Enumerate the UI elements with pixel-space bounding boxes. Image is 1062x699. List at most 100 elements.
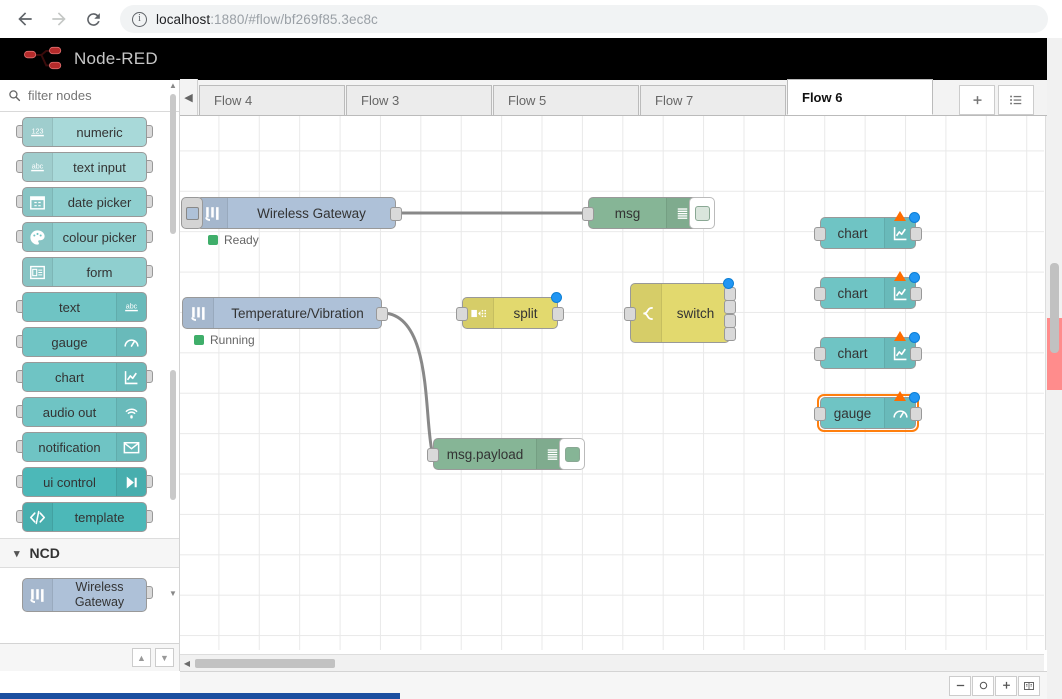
node-port-in[interactable]: [582, 207, 594, 221]
expand-all-icon[interactable]: ▼: [155, 648, 174, 667]
palette-item-label: date picker: [53, 195, 146, 210]
palette-item-date-picker[interactable]: date picker: [22, 187, 147, 217]
browser-reload-button[interactable]: [76, 2, 110, 36]
palette-item-chart[interactable]: chart: [22, 362, 147, 392]
palette-item-text[interactable]: textabc: [22, 292, 147, 322]
node-temperature-vibration[interactable]: Temperature/Vibration: [182, 297, 382, 329]
flow-list-button[interactable]: [998, 85, 1034, 115]
node-chart-3[interactable]: chart: [820, 337, 916, 369]
node-port-out[interactable]: [910, 407, 922, 421]
envelope-icon: [116, 433, 146, 461]
node-debug-toggle[interactable]: [559, 438, 585, 470]
node-wireless-gateway[interactable]: Wireless Gateway: [196, 197, 396, 229]
palette-item-label: numeric: [53, 125, 146, 140]
node-gauge[interactable]: gauge: [820, 397, 916, 429]
node-port-in[interactable]: [814, 227, 826, 241]
node-port-out-2[interactable]: [724, 300, 736, 314]
palette-item-text-input[interactable]: abctext input: [22, 152, 147, 182]
tab-flow-3[interactable]: Flow 3: [346, 85, 492, 115]
canvas-horizontal-scrollbar[interactable]: ◀: [180, 654, 1044, 671]
browser-url-bar[interactable]: i localhost:1880/#flow/bf269f85.3ec8c: [120, 5, 1048, 33]
node-port-in[interactable]: [624, 307, 636, 321]
collapse-all-icon[interactable]: ▲: [132, 648, 151, 667]
palette-item-notification[interactable]: notification: [22, 432, 147, 462]
gauge-icon: [116, 328, 146, 356]
palette-item-numeric[interactable]: 123numeric: [22, 117, 147, 147]
add-flow-button[interactable]: [959, 85, 995, 115]
envelope-icon: [122, 438, 141, 457]
node-port-out-3[interactable]: [724, 314, 736, 328]
node-label: chart: [821, 286, 884, 301]
node-label: msg: [589, 206, 666, 221]
palette-item-label: template: [53, 510, 146, 525]
node-msg-payload-debug[interactable]: msg.payload: [433, 438, 568, 470]
tab-scroll-left-button[interactable]: ◀: [180, 79, 198, 115]
tab-flow-7[interactable]: Flow 7: [640, 85, 786, 115]
palette-item-audio-out[interactable]: audio out: [22, 397, 147, 427]
palette-icon: [23, 223, 53, 251]
palette-scrollbar[interactable]: ▲ ▼: [169, 80, 177, 639]
page-scrollbar[interactable]: [1047, 38, 1062, 699]
palette-scroll-thumb-2[interactable]: [170, 370, 176, 500]
node-port-out-4[interactable]: [724, 327, 736, 341]
zoom-out-button[interactable]: [949, 676, 971, 696]
navigator-button[interactable]: [1018, 676, 1040, 696]
node-inject-button[interactable]: [181, 197, 203, 229]
node-label: chart: [821, 226, 884, 241]
node-port-in[interactable]: [814, 347, 826, 361]
node-switch[interactable]: switch: [630, 283, 730, 343]
palette-search[interactable]: [0, 80, 179, 112]
palette-item-template[interactable]: template: [22, 502, 147, 532]
info-circle-icon[interactable]: i: [132, 12, 147, 27]
tab-flow-5[interactable]: Flow 5: [493, 85, 639, 115]
palette-category-ncd[interactable]: ▾ NCD: [0, 538, 180, 568]
palette-list[interactable]: 123numeric abctext input date picker col…: [0, 112, 180, 671]
canvas-hscroll-thumb[interactable]: [195, 659, 335, 668]
node-port-out[interactable]: [910, 227, 922, 241]
node-port-out-1[interactable]: [724, 287, 736, 301]
node-port-out[interactable]: [390, 207, 402, 221]
node-chart-2[interactable]: chart: [820, 277, 916, 309]
chart-line-icon: [122, 368, 141, 387]
canvas-scroll-left-icon[interactable]: ◀: [180, 655, 194, 672]
tab-flow-4[interactable]: Flow 4: [199, 85, 345, 115]
node-split[interactable]: split: [462, 297, 558, 329]
node-port-in[interactable]: [814, 287, 826, 301]
chart-line-icon: [116, 363, 146, 391]
zoom-in-button[interactable]: [995, 676, 1017, 696]
node-port-in[interactable]: [814, 407, 826, 421]
palette-scroll-down-icon[interactable]: ▼: [169, 590, 177, 598]
palette-item-form[interactable]: form: [22, 257, 147, 287]
palette-scroll-thumb[interactable]: [170, 94, 176, 234]
node-label: split: [494, 306, 557, 321]
node-changed-badge: [909, 332, 920, 343]
node-port-out[interactable]: [552, 307, 564, 321]
node-chart-1[interactable]: chart: [820, 217, 916, 249]
arrow-right-solid-icon: [116, 468, 146, 496]
node-port-out[interactable]: [910, 347, 922, 361]
palette-item-ui-control[interactable]: ui control: [22, 467, 147, 497]
tab-flow-6[interactable]: Flow 6: [787, 79, 933, 115]
flow-canvas[interactable]: Wireless Gateway Ready msg Temperature/V…: [180, 116, 1044, 671]
browser-forward-button[interactable]: [42, 2, 76, 36]
node-msg-debug[interactable]: msg: [588, 197, 698, 229]
node-port-in[interactable]: [427, 448, 439, 462]
palette-item-colour-picker[interactable]: colour picker: [22, 222, 147, 252]
browser-back-button[interactable]: [8, 2, 42, 36]
chart-line-icon: [891, 344, 910, 363]
node-port-out[interactable]: [376, 307, 388, 321]
palette-item-wireless-gateway[interactable]: WirelessGateway: [22, 578, 147, 612]
node-changed-badge: [909, 392, 920, 403]
palette-icon: [28, 228, 47, 247]
zoom-reset-button[interactable]: [972, 676, 994, 696]
node-changed-badge: [551, 292, 562, 303]
node-port-in[interactable]: [456, 307, 468, 321]
palette-scroll-up-icon[interactable]: ▲: [169, 82, 177, 90]
search-input[interactable]: [28, 88, 171, 103]
arrow-right-solid-icon: [122, 473, 141, 492]
node-port-out[interactable]: [910, 287, 922, 301]
node-debug-toggle[interactable]: [689, 197, 715, 229]
node-toggle-indicator: [695, 206, 710, 221]
palette-item-gauge[interactable]: gauge: [22, 327, 147, 357]
page-scroll-thumb[interactable]: [1050, 263, 1059, 353]
